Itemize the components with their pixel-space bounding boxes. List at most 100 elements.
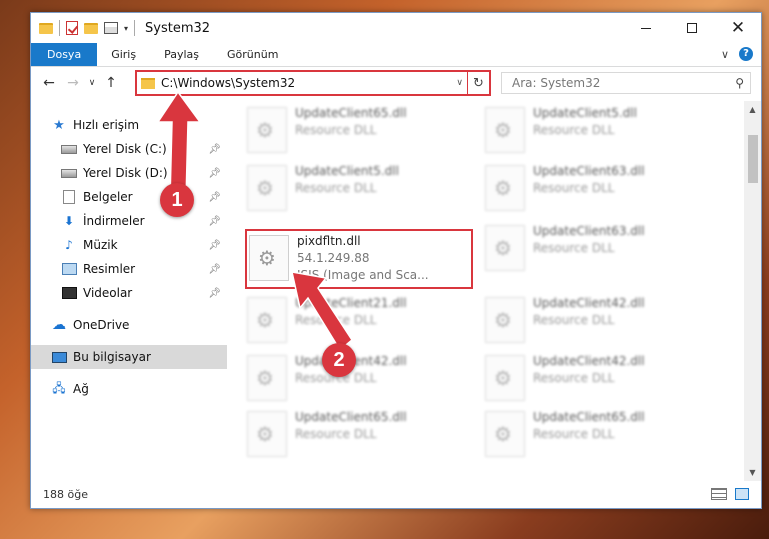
nav-item-network[interactable]: 🖧︎ Ağ	[31, 377, 227, 401]
qat-dropdown-icon[interactable]: ▾	[124, 24, 128, 33]
file-name: UpdateClient65.dll	[295, 106, 407, 120]
file-name: UpdateClient42.dll	[533, 354, 645, 368]
nav-item-pictures[interactable]: Resimler 📌︎	[31, 257, 227, 281]
file-name: UpdateClient63.dll	[533, 164, 645, 178]
address-path[interactable]: C:\Windows\System32	[161, 76, 452, 90]
tab-share[interactable]: Paylaş	[150, 43, 213, 66]
file-type: Resource DLL	[295, 181, 377, 195]
pictures-icon	[61, 263, 77, 275]
file-name: UpdateClient42.dll	[533, 296, 645, 310]
nav-label: Bu bilgisayar	[73, 350, 151, 364]
expand-ribbon-icon[interactable]: ∨	[721, 48, 729, 61]
file-tile[interactable]: UpdateClient42.dll Resource DLL	[485, 293, 713, 347]
content-area: ★ Hızlı erişim Yerel Disk (C:) 📌︎ Yerel …	[31, 101, 761, 481]
minimize-icon	[641, 27, 651, 29]
large-icons-view-icon[interactable]	[735, 488, 749, 500]
tab-home[interactable]: Giriş	[97, 43, 150, 66]
dll-file-icon	[247, 107, 287, 153]
file-type: Resource DLL	[295, 371, 377, 385]
minimize-button[interactable]	[623, 13, 669, 43]
step-badge-2: 2	[322, 343, 356, 377]
file-tile[interactable]: UpdateClient65.dll Resource DLL	[247, 407, 475, 461]
file-name: UpdateClient5.dll	[533, 106, 637, 120]
dll-file-icon	[247, 165, 287, 211]
recent-locations-icon[interactable]: ∨	[85, 78, 99, 88]
nav-label: Resimler	[83, 262, 136, 276]
file-tile-pixdfltn[interactable]: pixdfltn.dll54.1.249.88ISIS (Image and S…	[245, 229, 473, 289]
download-icon: ⬇	[63, 214, 75, 228]
item-count: 188 öğe	[43, 487, 88, 501]
dll-file-icon	[247, 411, 287, 457]
tab-view[interactable]: Görünüm	[213, 43, 292, 66]
maximize-icon	[687, 23, 697, 33]
file-type: Resource DLL	[295, 123, 377, 137]
properties-check-icon[interactable]	[66, 21, 78, 35]
scroll-up-icon[interactable]: ▲	[744, 101, 761, 118]
file-tile[interactable]: UpdateClient42.dllResource DLL	[247, 351, 475, 405]
details-view-icon[interactable]	[711, 488, 727, 500]
dll-file-icon	[485, 107, 525, 153]
pin-icon[interactable]: 📌︎	[208, 240, 221, 251]
file-tile[interactable]: UpdateClient21.dllResource DLL	[247, 293, 475, 347]
tab-file[interactable]: Dosya	[31, 43, 98, 66]
disk-icon	[61, 144, 77, 154]
file-tile[interactable]: UpdateClient65.dll Resource DLL	[485, 407, 713, 461]
scroll-down-icon[interactable]: ▼	[744, 464, 761, 481]
nav-label: Hızlı erişim	[73, 118, 140, 132]
maximize-button[interactable]	[669, 13, 715, 43]
nav-item-downloads[interactable]: ⬇ İndirmeler 📌︎	[31, 209, 227, 233]
dll-file-icon	[485, 411, 525, 457]
address-row: ← → ∨ ↑ C:\Windows\System32 ∨ ↻ Ara: Sys…	[31, 67, 761, 99]
nav-label: Videolar	[83, 286, 133, 300]
close-icon: ✕	[730, 17, 746, 38]
vertical-scrollbar[interactable]: ▲ ▼	[744, 101, 761, 481]
help-icon[interactable]: ?	[739, 47, 753, 61]
file-tile[interactable]: UpdateClient63.dll Resource DLL	[485, 161, 713, 215]
pin-icon[interactable]: 📌︎	[208, 288, 221, 299]
computer-icon	[51, 351, 67, 363]
nav-item-onedrive[interactable]: ☁ OneDrive	[31, 313, 227, 337]
pin-icon[interactable]: 📌︎	[208, 216, 221, 227]
new-folder-icon[interactable]	[84, 22, 98, 34]
nav-label: Müzik	[83, 238, 118, 252]
nav-item-this-pc[interactable]: Bu bilgisayar	[31, 345, 227, 369]
cloud-icon: ☁	[52, 317, 66, 333]
dll-file-icon	[249, 235, 289, 281]
dll-file-icon	[247, 355, 287, 401]
nav-item-music[interactable]: ♪ Müzik 📌︎	[31, 233, 227, 257]
dll-file-icon	[485, 355, 525, 401]
file-type: Resource DLL	[533, 181, 615, 195]
file-type: Resource DLL	[295, 427, 377, 441]
file-tile[interactable]: UpdateClient65.dll Resource DLL	[247, 103, 475, 157]
disk-icon	[61, 168, 77, 178]
file-name: UpdateClient5.dll	[295, 164, 399, 178]
search-input[interactable]: Ara: System32 ⚲	[501, 72, 751, 94]
file-tile[interactable]: UpdateClient42.dllResource DLL	[485, 351, 713, 405]
file-type: Resource DLL	[533, 123, 615, 137]
file-tile[interactable]: UpdateClient63.dll Resource DLL	[485, 221, 713, 275]
file-type: Resource DLL	[533, 241, 615, 255]
customize-icon[interactable]	[104, 22, 118, 34]
star-icon: ★	[53, 117, 65, 133]
pin-icon[interactable]: 📌︎	[208, 264, 221, 275]
search-icon: ⚲	[735, 76, 744, 90]
forward-button[interactable]: →	[61, 75, 85, 91]
nav-label: İndirmeler	[83, 214, 145, 228]
document-icon	[63, 190, 75, 204]
file-tile[interactable]: UpdateClient5.dll Resource DLL	[247, 161, 475, 215]
title-bar: ▾ System32 ✕	[31, 13, 761, 43]
nav-item-videos[interactable]: Videolar 📌︎	[31, 281, 227, 305]
file-type: Resource DLL	[533, 427, 615, 441]
nav-label: OneDrive	[73, 318, 130, 332]
refresh-icon[interactable]: ↻	[467, 72, 489, 94]
scroll-thumb[interactable]	[748, 135, 758, 183]
file-tile[interactable]: UpdateClient5.dll Resource DLL	[485, 103, 713, 157]
file-type: Resource DLL	[533, 313, 615, 327]
close-button[interactable]: ✕	[715, 13, 761, 43]
folder-icon	[39, 22, 53, 34]
back-button[interactable]: ←	[37, 75, 61, 91]
file-name: UpdateClient65.dll	[533, 410, 645, 424]
up-button[interactable]: ↑	[99, 75, 123, 91]
address-dropdown-icon[interactable]: ∨	[452, 78, 467, 88]
step-badge-1: 1	[160, 183, 194, 217]
